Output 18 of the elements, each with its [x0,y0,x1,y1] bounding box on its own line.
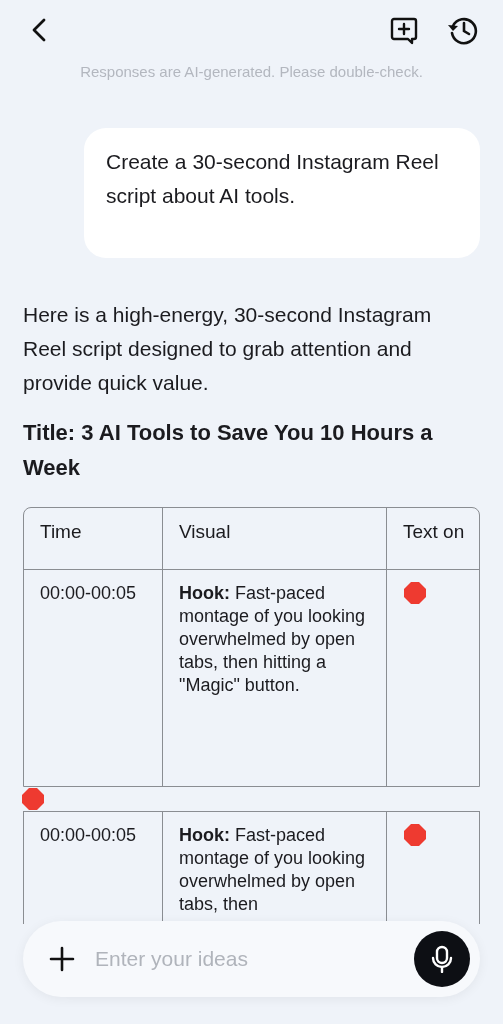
microphone-button[interactable] [414,931,470,987]
script-title: Title: 3 AI Tools to Save You 10 Hours a Week [23,419,434,482]
column-header: Time [24,508,163,570]
table-cell: Hook: Fast-paced montage of you looking overwhelmed by open tabs, then hitting a "Magic" button. [163,570,387,786]
message-input-bar[interactable]: Enter your ideas [23,921,480,997]
ideas-input[interactable]: Enter your ideas [95,943,414,975]
microphone-icon [430,945,454,973]
stop-sign-icon [22,788,44,810]
stop-sign-icon [404,824,426,846]
user-message: Create a 30-second Instagram Reel script about AI tools. [84,128,480,258]
new-chat-button[interactable] [389,15,419,45]
add-button[interactable] [47,944,77,974]
response-paragraph: Here is a high-energy, 30-second Instagram Reel script designed to grab attention and provide quick value. [23,302,433,396]
stop-sign-icon [404,582,426,604]
disclaimer-text: Responses are AI-generated. Please double-check. [79,62,424,82]
column-header: Visual [163,508,387,570]
table-cell: 00:00-00:05 [24,570,163,786]
column-header: Text on [387,508,480,570]
